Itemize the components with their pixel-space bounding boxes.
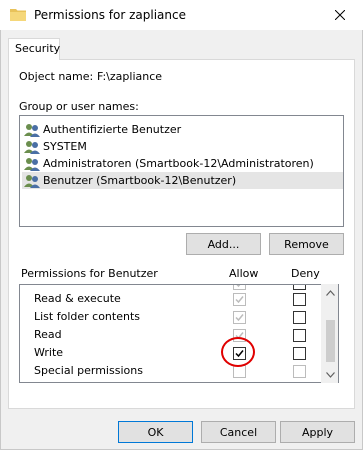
allow-header: Allow [229, 267, 259, 280]
add-button[interactable]: Add... [186, 233, 261, 255]
permission-name: Special permissions [34, 364, 143, 377]
scroll-thumb[interactable] [326, 320, 335, 362]
permission-name: Write [34, 346, 64, 359]
permissions-scrollbar[interactable] [321, 284, 338, 383]
allow-checkbox [233, 293, 246, 306]
chevron-down-icon [326, 371, 335, 378]
table-row: Read [20, 326, 338, 344]
title-bar: Permissions for zapliance [0, 0, 363, 30]
list-item-label: Authentifizierte Benutzer [43, 123, 182, 136]
close-icon [335, 10, 345, 20]
list-item-label: SYSTEM [43, 140, 87, 153]
list-item-selected[interactable]: Benutzer (Smartbook-12\Benutzer) [22, 172, 343, 189]
remove-button[interactable]: Remove [269, 233, 344, 255]
window-title: Permissions for zapliance [34, 8, 186, 22]
deny-checkbox[interactable] [293, 293, 306, 306]
permissions-list: Read & execute List folder contents Read… [19, 284, 339, 383]
list-item[interactable]: Authentifizierte Benutzer [22, 121, 343, 138]
deny-checkbox[interactable] [293, 311, 306, 324]
deny-checkbox [293, 365, 306, 378]
deny-checkbox[interactable] [293, 347, 306, 360]
permission-name: List folder contents [34, 310, 140, 323]
permission-name: Read & execute [34, 292, 121, 305]
group-names-label: Group or user names: [19, 100, 139, 113]
table-row: List folder contents [20, 308, 338, 326]
users-icon [24, 174, 40, 188]
list-item-label: Benutzer (Smartbook-12\Benutzer) [43, 174, 237, 187]
chevron-up-icon [326, 289, 335, 296]
object-name-value: F:\zapliance [97, 70, 163, 83]
object-name-label: Object name: [19, 70, 94, 83]
highlight-circle [221, 337, 255, 367]
list-item[interactable]: SYSTEM [22, 138, 343, 155]
close-button[interactable] [317, 0, 363, 30]
list-item-label: Administratoren (Smartbook-12\Administra… [43, 157, 314, 170]
permission-name: Read [34, 328, 62, 341]
group-user-list[interactable]: Authentifizierte Benutzer SYSTEM Adminis… [19, 115, 344, 227]
apply-button[interactable]: Apply [280, 421, 355, 443]
table-row: Write [20, 344, 338, 362]
list-item[interactable]: Administratoren (Smartbook-12\Administra… [22, 155, 343, 172]
users-icon [24, 123, 40, 137]
scroll-up-button[interactable] [322, 284, 339, 301]
table-row: Special permissions [20, 362, 338, 380]
folder-icon [10, 9, 26, 21]
deny-checkbox[interactable] [293, 329, 306, 342]
permissions-label: Permissions for Benutzer [21, 267, 158, 280]
scroll-down-button[interactable] [322, 366, 339, 383]
cancel-button[interactable]: Cancel [201, 421, 276, 443]
allow-checkbox [233, 311, 246, 324]
tab-security[interactable]: Security [8, 38, 60, 60]
table-row: Read & execute [20, 290, 338, 308]
ok-button[interactable]: OK [118, 421, 193, 443]
deny-header: Deny [291, 267, 320, 280]
users-icon [24, 157, 40, 171]
tab-security-label: Security [15, 42, 61, 55]
users-icon [24, 140, 40, 154]
